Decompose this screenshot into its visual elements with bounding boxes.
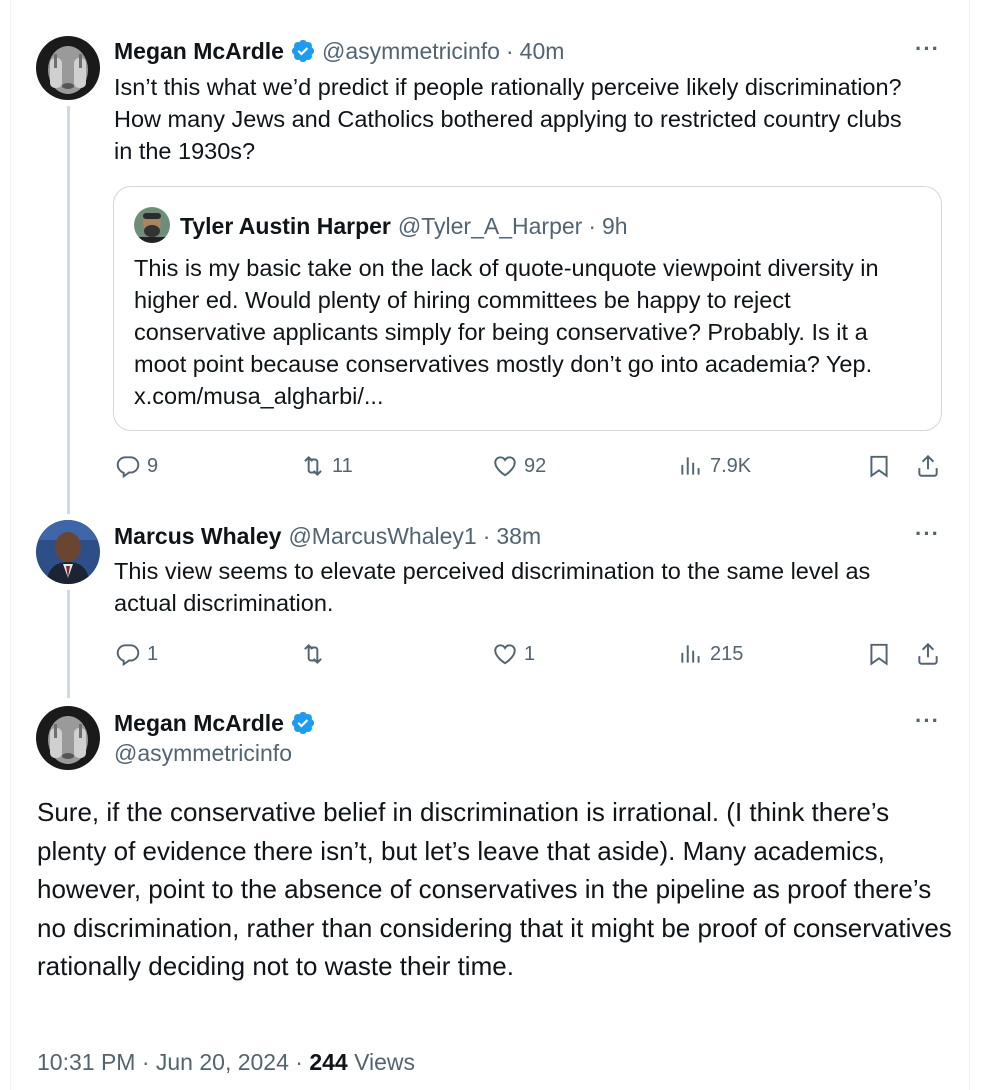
separator-dot: ·: [505, 37, 514, 64]
quoted-avatar: [134, 207, 170, 243]
like-icon: [494, 644, 516, 665]
more-options-button[interactable]: ···: [915, 521, 940, 547]
avatar[interactable]: [36, 706, 100, 770]
views-count: 215: [710, 642, 744, 665]
author-name[interactable]: Marcus Whaley: [114, 523, 281, 550]
bookmark-button[interactable]: [866, 453, 892, 484]
author-handle[interactable]: @asymmetricinfo: [322, 38, 500, 65]
repost-count: 11: [332, 454, 353, 477]
verified-badge-icon: [290, 710, 316, 736]
views-number: 244: [309, 1049, 348, 1075]
tweet-text: This view seems to elevate perceived dis…: [114, 558, 871, 616]
avatar[interactable]: [36, 520, 100, 584]
tweet-text: Isn’t this what we’d predict if people r…: [114, 74, 902, 164]
repost-button[interactable]: 11: [300, 453, 353, 479]
thread-connector-line: [67, 590, 70, 698]
reply-button[interactable]: 1: [115, 641, 158, 667]
tweet-header: Marcus Whaley @MarcusWhaley1 · 38m: [114, 521, 541, 551]
views-icon: [681, 457, 700, 475]
tweet-meta: 10:31 PM · Jun 20, 2024 · 244 Views: [37, 1049, 415, 1076]
main-tweet-text: Sure, if the conservative belief in disc…: [37, 797, 952, 981]
views-icon: [681, 645, 700, 663]
reply-icon: [116, 456, 140, 479]
quoted-time: 9h: [601, 212, 628, 239]
separator-dot: ·: [588, 212, 596, 239]
bookmark-icon: [870, 643, 888, 666]
separator-dot: ·: [482, 522, 491, 549]
quoted-tweet-card[interactable]: Tyler Austin Harper @Tyler_A_Harper · 9h…: [113, 186, 942, 431]
share-button[interactable]: [915, 453, 941, 484]
tweet-timestamp[interactable]: 10:31 PM · Jun 20, 2024 ·: [37, 1049, 309, 1075]
reply-button[interactable]: 9: [115, 453, 158, 479]
repost-button[interactable]: [300, 641, 332, 667]
avatar[interactable]: [36, 36, 100, 100]
share-button[interactable]: [915, 641, 941, 672]
tweet-header: Megan McArdle @asymmetricinfo · 40m: [114, 36, 564, 66]
quoted-header: Tyler Austin Harper @Tyler_A_Harper · 9h: [180, 211, 628, 241]
more-options-button[interactable]: ···: [915, 708, 940, 734]
main-author-row: Megan McArdle: [114, 708, 322, 738]
author-handle[interactable]: @asymmetricinfo: [114, 740, 292, 767]
like-icon: [494, 456, 516, 477]
quoted-text: This is my basic take on the lack of quo…: [134, 255, 879, 409]
views-label: Views: [347, 1049, 416, 1075]
more-options-button[interactable]: ···: [915, 36, 940, 62]
quoted-author-name: Tyler Austin Harper: [180, 212, 391, 239]
author-name[interactable]: Megan McArdle: [114, 38, 284, 65]
tweet-time[interactable]: 40m: [520, 38, 565, 65]
like-count: 92: [524, 454, 547, 477]
share-icon: [918, 454, 938, 477]
views-button[interactable]: 215: [678, 641, 743, 667]
reply-icon: [116, 644, 140, 667]
author-name[interactable]: Megan McArdle: [114, 710, 284, 737]
quoted-author-handle: @Tyler_A_Harper: [397, 212, 583, 239]
tweet-time[interactable]: 38m: [496, 523, 541, 550]
repost-icon: [304, 643, 322, 665]
verified-badge-icon: [290, 38, 316, 64]
like-button[interactable]: 1: [492, 641, 535, 667]
like-button[interactable]: 92: [492, 453, 546, 479]
bookmark-icon: [870, 455, 888, 478]
share-icon: [918, 642, 938, 665]
reply-count: 9: [147, 454, 159, 477]
repost-icon: [304, 455, 322, 477]
thread-connector-line: [67, 106, 70, 514]
reply-count: 1: [147, 642, 159, 665]
views-count: 7.9K: [710, 454, 752, 477]
bookmark-button[interactable]: [866, 641, 892, 672]
views-button[interactable]: 7.9K: [678, 453, 751, 479]
author-handle[interactable]: @MarcusWhaley1: [288, 523, 476, 550]
like-count: 1: [524, 642, 536, 665]
